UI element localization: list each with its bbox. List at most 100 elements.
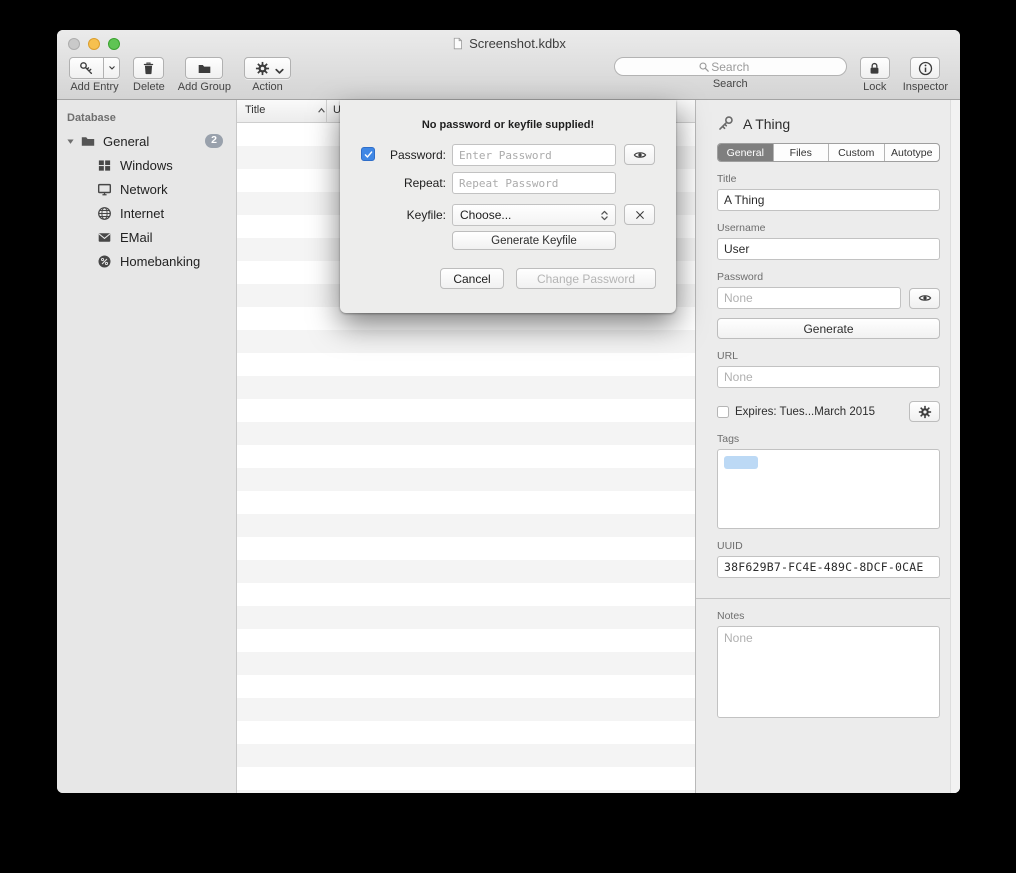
add-group-button[interactable] <box>185 57 223 79</box>
close-button[interactable] <box>68 38 80 50</box>
column-header-title[interactable]: Title <box>245 104 265 116</box>
tag-pill[interactable] <box>724 456 758 469</box>
lock-label: Lock <box>863 81 886 93</box>
inspector-scrollbar[interactable] <box>950 100 960 793</box>
search-icon <box>698 61 710 73</box>
titlebar[interactable]: Screenshot.kdbx <box>57 30 960 56</box>
search-label: Search <box>713 78 748 90</box>
close-x-icon <box>633 208 647 222</box>
expires-label: Expires: Tues...March 2015 <box>735 406 903 418</box>
column-divider[interactable] <box>326 100 327 122</box>
add-group-label: Add Group <box>178 81 231 93</box>
eye-icon <box>633 148 647 162</box>
add-entry-button[interactable] <box>69 57 104 79</box>
chevron-down-icon <box>272 64 281 73</box>
window-title-group: Screenshot.kdbx <box>451 36 566 51</box>
sidebar-group-general[interactable]: General 2 <box>57 129 236 153</box>
gear-icon <box>255 61 270 76</box>
keyfile-popup-value: Choose... <box>460 208 511 222</box>
username-field[interactable] <box>717 238 940 260</box>
tab-autotype[interactable]: Autotype <box>884 144 940 161</box>
expires-checkbox[interactable] <box>717 406 729 418</box>
generate-keyfile-button[interactable]: Generate Keyfile <box>452 231 616 250</box>
action-button[interactable] <box>244 57 291 79</box>
sidebar-item-windows[interactable]: Windows <box>57 153 236 177</box>
expires-row: Expires: Tues...March 2015 <box>717 401 940 422</box>
email-icon <box>97 230 112 245</box>
sidebar-item-label: Internet <box>120 206 164 221</box>
zoom-button[interactable] <box>108 38 120 50</box>
toolbar: Add Entry Delete Add Group Action <box>57 56 960 100</box>
folder-icon <box>80 133 96 149</box>
add-entry-label: Add Entry <box>70 81 118 93</box>
inspector-label: Inspector <box>903 81 948 93</box>
sidebar-item-label: Windows <box>120 158 173 173</box>
sidebar-item-homebanking[interactable]: Homebanking <box>57 249 236 273</box>
minimize-button[interactable] <box>88 38 100 50</box>
reveal-password-button[interactable] <box>909 288 940 309</box>
toolbar-item-action: Action <box>244 57 291 93</box>
expires-settings-button[interactable] <box>909 401 940 422</box>
inspector-button[interactable] <box>910 57 940 79</box>
username-field-label: Username <box>717 222 940 234</box>
homebanking-icon <box>97 254 112 269</box>
folder-icon <box>197 61 212 76</box>
dialog-password-input[interactable] <box>452 144 616 166</box>
sidebar-item-label: Homebanking <box>120 254 200 269</box>
delete-button[interactable] <box>133 57 164 79</box>
change-password-button[interactable]: Change Password <box>516 268 656 289</box>
clear-keyfile-button[interactable] <box>624 204 655 225</box>
sidebar-item-network[interactable]: Network <box>57 177 236 201</box>
password-field-label: Password <box>717 271 940 283</box>
popup-stepper-icon <box>598 208 611 223</box>
sidebar-item-label: Network <box>120 182 168 197</box>
inspector-header: A Thing <box>717 100 940 132</box>
tab-custom[interactable]: Custom <box>828 144 884 161</box>
password-field[interactable] <box>717 287 901 309</box>
sidebar-item-email[interactable]: EMail <box>57 225 236 249</box>
toolbar-item-delete: Delete <box>133 57 165 93</box>
dialog-repeat-input[interactable] <box>452 172 616 194</box>
tab-files[interactable]: Files <box>773 144 829 161</box>
disclosure-triangle-icon[interactable] <box>65 136 76 147</box>
internet-icon <box>97 206 112 221</box>
key-icon <box>717 115 734 132</box>
network-icon <box>97 182 112 197</box>
window-title: Screenshot.kdbx <box>469 36 566 51</box>
eye-icon <box>918 291 932 305</box>
key-icon <box>79 61 94 76</box>
trash-icon <box>141 61 156 76</box>
title-field-label: Title <box>717 173 940 185</box>
uuid-field[interactable] <box>717 556 940 578</box>
traffic-lights <box>68 38 120 50</box>
dialog-keyfile-label: Keyfile: <box>370 208 446 222</box>
sidebar-item-internet[interactable]: Internet <box>57 201 236 225</box>
title-field[interactable] <box>717 189 940 211</box>
generate-password-button[interactable]: Generate <box>717 318 940 339</box>
url-field[interactable] <box>717 366 940 388</box>
toolbar-item-add-entry: Add Entry <box>69 57 120 93</box>
change-password-dialog: No password or keyfile supplied! Passwor… <box>340 100 676 313</box>
entry-count-badge: 2 <box>205 134 223 149</box>
dialog-repeat-label: Repeat: <box>370 176 446 190</box>
tab-general[interactable]: General <box>718 144 773 161</box>
url-field-label: URL <box>717 350 940 362</box>
search-input[interactable] <box>614 57 847 76</box>
entry-title: A Thing <box>743 116 790 132</box>
keyfile-popup[interactable]: Choose... <box>452 204 616 226</box>
toolbar-item-add-group: Add Group <box>178 57 231 93</box>
tags-label: Tags <box>717 433 940 445</box>
cancel-button[interactable]: Cancel <box>440 268 504 289</box>
inspector-panel: A Thing General Files Custom Autotype Ti… <box>695 100 960 793</box>
section-divider <box>696 598 960 599</box>
uuid-label: UUID <box>717 540 940 552</box>
notes-textarea[interactable] <box>717 626 940 718</box>
app-window: Screenshot.kdbx Add Entry D <box>57 30 960 793</box>
windows-icon <box>97 158 112 173</box>
dialog-reveal-password-button[interactable] <box>624 144 655 165</box>
dialog-password-label: Password: <box>370 148 446 162</box>
tags-box[interactable] <box>717 449 940 529</box>
add-entry-dropdown-button[interactable] <box>104 57 120 79</box>
window-chrome: Screenshot.kdbx Add Entry D <box>57 30 960 100</box>
lock-button[interactable] <box>860 57 890 79</box>
